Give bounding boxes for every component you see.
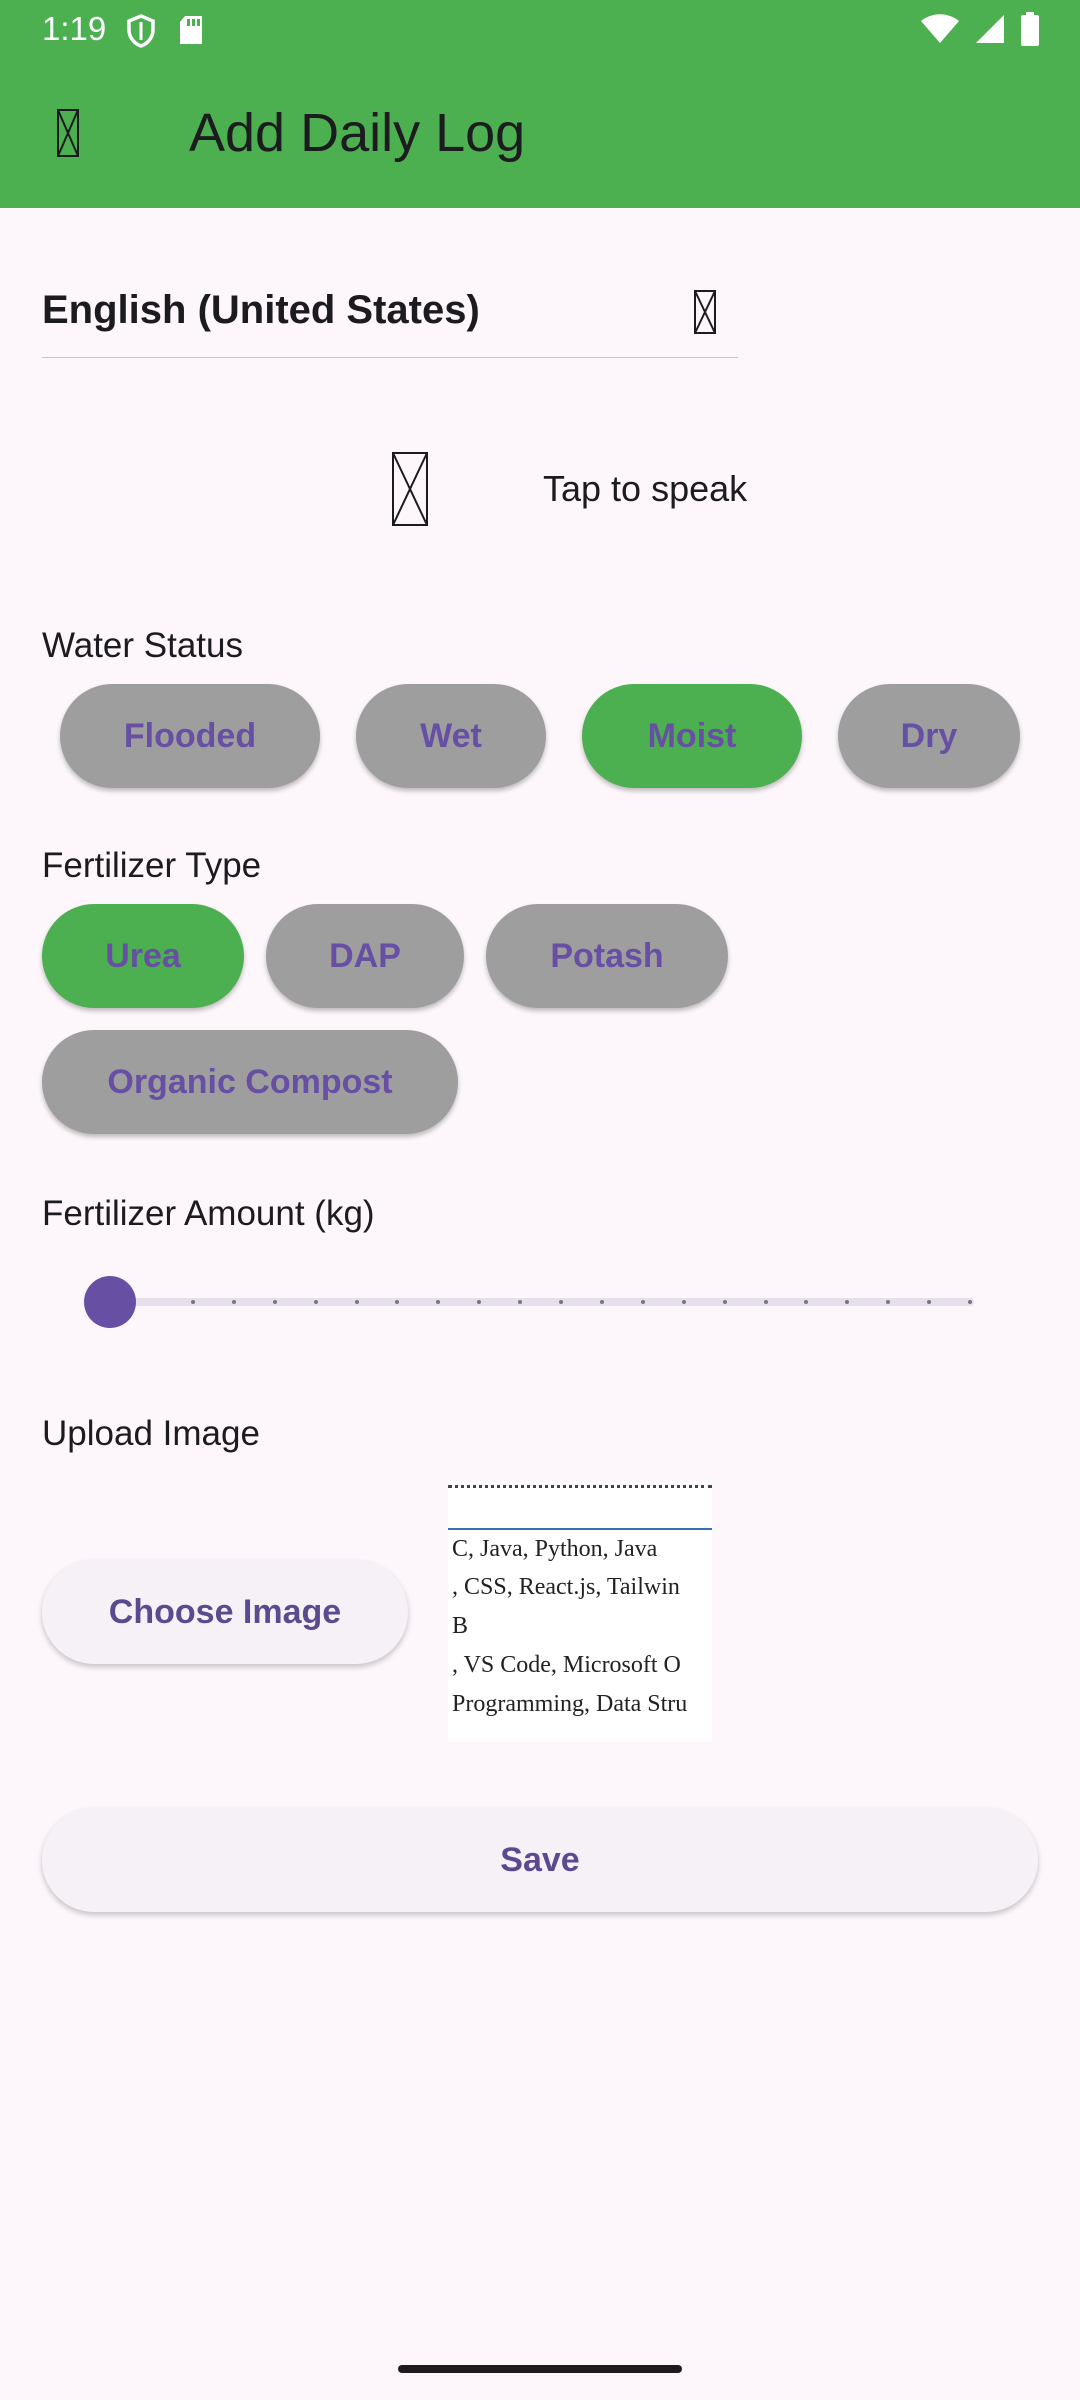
app-bar: Add Daily Log [0, 62, 1080, 208]
language-dropdown[interactable]: English (United States) [42, 272, 738, 358]
speech-input-button[interactable]: Tap to speak [392, 452, 747, 526]
preview-line: Programming, Data Stru [452, 1691, 688, 1717]
choose-image-button[interactable]: Choose Image [42, 1560, 408, 1664]
speech-label: Tap to speak [543, 468, 748, 509]
chip-water-dry[interactable]: Dry [838, 684, 1020, 788]
image-preview: C, Java, Python, Java , CSS, React.js, T… [448, 1482, 712, 1742]
slider-tick [763, 1300, 768, 1304]
preview-line: B [452, 1613, 469, 1639]
upload-image-label: Upload Image [42, 1414, 260, 1453]
sd-card-icon [178, 14, 204, 53]
page-title: Add Daily Log [189, 103, 526, 163]
preview-line: , VS Code, Microsoft O [452, 1652, 681, 1678]
signal-icon [974, 13, 1006, 50]
chip-fertilizer-potash[interactable]: Potash [486, 904, 728, 1008]
slider-tick [968, 1300, 972, 1304]
chip-water-wet[interactable]: Wet [356, 684, 546, 788]
home-indicator[interactable] [398, 2365, 682, 2373]
save-button[interactable]: Save [42, 1808, 1038, 1912]
water-status-label: Water Status [42, 626, 243, 665]
menu-icon[interactable] [56, 108, 92, 160]
slider-tick [681, 1300, 686, 1304]
wifi-icon [920, 13, 960, 50]
slider-tick [640, 1300, 645, 1304]
preview-line: , CSS, React.js, Tailwin [452, 1574, 680, 1600]
slider-tick [190, 1300, 195, 1304]
dropdown-icon [694, 290, 718, 336]
slider-tick [272, 1300, 277, 1304]
slider-tick [354, 1300, 359, 1304]
slider-tick [559, 1300, 563, 1304]
chip-fertilizer-dap[interactable]: DAP [266, 904, 464, 1008]
slider-thumb[interactable] [84, 1276, 136, 1328]
chip-fertilizer-organic-compost[interactable]: Organic Compost [42, 1030, 458, 1134]
status-time: 1:19 [42, 10, 107, 47]
fertilizer-type-label: Fertilizer Type [42, 846, 262, 885]
slider-tick [231, 1300, 236, 1304]
language-selected-value: English (United States) [42, 288, 480, 332]
slider-tick [722, 1300, 727, 1304]
battery-icon [1020, 12, 1040, 51]
shield-icon [126, 14, 156, 53]
slider-tick [313, 1300, 318, 1304]
preview-top-edge [448, 1482, 712, 1488]
chip-fertilizer-urea[interactable]: Urea [42, 904, 244, 1008]
slider-tick [599, 1300, 604, 1304]
chip-water-moist[interactable]: Moist [582, 684, 802, 788]
fertilizer-amount-slider[interactable] [84, 1270, 974, 1334]
mic-icon[interactable] [392, 452, 428, 526]
fertilizer-amount-label: Fertilizer Amount (kg) [42, 1194, 375, 1233]
preview-divider [448, 1528, 712, 1530]
preview-line: C, Java, Python, Java [452, 1536, 658, 1562]
status-bar: 1:19 [0, 0, 1080, 62]
chip-water-flooded[interactable]: Flooded [60, 684, 320, 788]
